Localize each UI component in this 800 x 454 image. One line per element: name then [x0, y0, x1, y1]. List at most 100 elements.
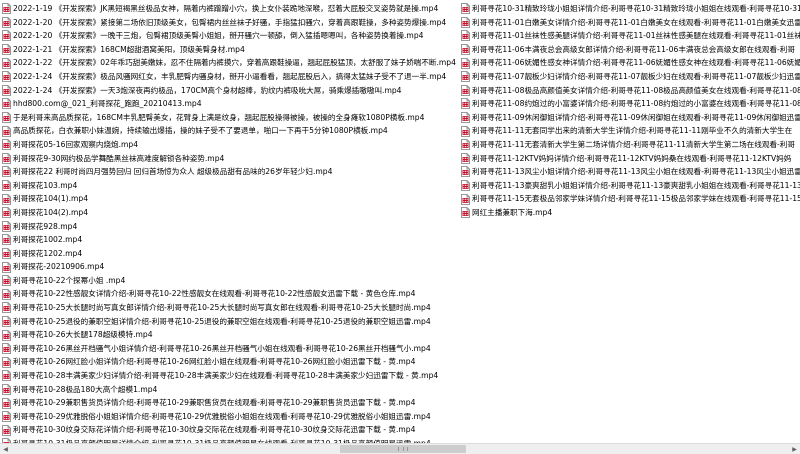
file-item[interactable]: 于是利哥来高品质探花，168CM丰乳肥臀美女，花臂身上满是纹身，翘起屁股操得被操… — [2, 111, 460, 125]
file-item[interactable]: 利哥探花928.mp4 — [2, 220, 460, 234]
file-item[interactable]: 利哥寻花10-26网红脸小姐详情介绍-利哥寻花10-26网红脸小姐在线观看-利哥… — [2, 355, 460, 369]
video-file-icon — [2, 30, 11, 42]
file-name: 利哥寻花11-15无套极品邻家学妹详情介绍-利哥寻花11-15极品邻家学妹在线观… — [472, 194, 800, 204]
file-item[interactable]: 利哥探花22 利哥时尚四月强势回归 回归首场惊为众人 超级极品甜有品味的26岁年… — [2, 165, 460, 179]
video-file-icon — [2, 112, 11, 123]
file-item[interactable]: 利哥寻花11-13风尘小姐详情介绍-利哥寻花11-13风尘小姐在线观看-利哥寻花… — [461, 165, 800, 179]
file-item[interactable]: 利哥寻花11-11无套同学出来的清新大学生详情介绍-利哥寻花11-11刚毕业不久… — [461, 124, 800, 138]
file-name: 网红主播兼职下海.mp4 — [472, 207, 553, 217]
file-name: 利哥探花103.mp4 — [13, 180, 78, 190]
video-file-icon — [2, 84, 11, 96]
file-item[interactable]: 利哥寻花10-29兼职售货员详情介绍-利哥寻花10-29兼职售货员在线观看-利哥… — [2, 396, 460, 410]
file-item[interactable]: 利哥寻花11-11无套清新大学生第二场详情介绍-利哥寻花11-11清新大学生第二… — [461, 138, 800, 152]
file-name: 利哥探花9-30网约极品学舞酷黑丝袜高难度解锁各种姿势.mp4 — [13, 153, 225, 163]
file-name: 利哥寻花10-25大长腿时尚写真女郎详情介绍-利哥寻花10-25大长腿时尚写真女… — [13, 303, 431, 313]
file-name: 利哥寻花11-06丰满夜总会高级女郎详情介绍-利哥寻花11-06丰满夜总会高级女… — [472, 44, 795, 54]
file-item[interactable]: 利哥寻花10-22个探幂小姐 .mp4 — [2, 274, 460, 288]
file-name: 利哥寻花11-08约炮过的小富婆详情介绍-利哥寻花11-08约炮过的小富婆在线观… — [472, 99, 800, 109]
video-file-icon — [2, 166, 11, 178]
file-item[interactable]: 利哥寻花10-28极品180大高个超模1.mp4 — [2, 383, 460, 397]
file-item[interactable]: 利哥寻花10-29优雅脱俗小姐姐详情介绍-利哥寻花10-29优雅脱俗小姐姐在线观… — [2, 410, 460, 424]
video-file-icon — [2, 234, 11, 246]
file-item[interactable]: 利哥寻花10-30纹身交际花详情介绍-利哥寻花10-30纹身交际花在线观看-利哥… — [2, 423, 460, 437]
file-item[interactable]: 利哥寻花10-25退役的兼职空姐详情介绍-利哥寻花10-25退役的兼职空姐在线观… — [2, 315, 460, 329]
scroll-left-button[interactable]: ◀ — [0, 444, 11, 454]
grip-icon — [398, 447, 408, 451]
file-name: 2022-1-19 《开发探索》JK黑短褐黑丝极品女神，隔着内裤蹭蹭小穴，换上女… — [13, 4, 439, 13]
video-file-icon — [461, 3, 470, 15]
file-name: 利哥寻花10-28极品180大高个超模1.mp4 — [13, 384, 158, 394]
file-name: 利哥寻花10-22个探幂小姐 .mp4 — [13, 275, 126, 285]
file-column-2: 利哥寻花10-31精致玲珑小姐姐详情介绍-利哥寻花10-31精致玲珑小姐姐在线观… — [461, 2, 800, 220]
file-item[interactable]: 利哥寻花11-06妩媚性感女神详情介绍-利哥寻花11-06妩媚性感女神在线观看-… — [461, 56, 800, 70]
file-item[interactable]: 利哥寻花11-15无套极品邻家学妹详情介绍-利哥寻花11-15极品邻家学妹在线观… — [461, 192, 800, 206]
file-name: 利哥探花22 利哥时尚四月强势回归 回归首场惊为众人 超级极品甜有品味的26岁年… — [13, 167, 333, 177]
file-item[interactable]: 利哥探花1002.mp4 — [2, 233, 460, 247]
file-item[interactable]: 利哥探花-20210906.mp4 — [2, 260, 460, 274]
file-item[interactable]: 利哥寻花11-13豪爽甜乳小姐姐详情介绍-利哥寻花11-13豪爽甜乳小姐姐在线观… — [461, 179, 800, 193]
video-file-icon — [2, 288, 11, 300]
file-item[interactable]: 利哥探花1202.mp4 — [2, 247, 460, 261]
file-list-pane: 2022-1-19 《开发探索》JK黑短褐黑丝极品女神，隔着内裤蹭蹭小穴，换上女… — [0, 0, 800, 443]
file-item[interactable]: 利哥寻花10-28丰满美家少妇详情介绍-利哥寻花10-28丰满美家少妇在线观看-… — [2, 369, 460, 383]
file-item[interactable]: 2022-1-21 《开发探索》168CM超甜酒窝美阳，顶级美臀身材.mp4 — [2, 43, 460, 57]
file-item[interactable]: 利哥寻花11-07靓板少妇详情介绍-利哥寻花11-07靓板少妇在线观看-利哥寻花… — [461, 70, 800, 84]
file-item[interactable]: 利哥寻花10-31精致玲珑小姐姐详情介绍-利哥寻花10-31精致玲珑小姐姐在线观… — [461, 2, 800, 16]
file-item[interactable]: 利哥探花104(2).mp4 — [2, 206, 460, 220]
video-file-icon — [2, 248, 11, 259]
video-file-icon — [2, 370, 11, 382]
file-name: 利哥寻花11-13豪爽甜乳小姐姐详情介绍-利哥寻花11-13豪爽甜乳小姐姐在线观… — [472, 180, 800, 190]
video-file-icon — [2, 424, 11, 436]
file-item[interactable]: 利哥探花9-30网约极品学舞酷黑丝袜高难度解锁各种姿势.mp4 — [2, 152, 460, 166]
file-item[interactable]: 利哥寻花11-08极品高颜值美女详情介绍-利哥寻花11-08极品高颜值美女在线观… — [461, 84, 800, 98]
video-file-icon — [461, 139, 470, 151]
file-item[interactable]: 利哥探花103.mp4 — [2, 179, 460, 193]
video-file-icon — [461, 44, 470, 55]
file-name: hhd800.com@_021_利哥探花_跑跑_20210413.mp4 — [13, 99, 202, 109]
video-file-icon — [2, 411, 11, 423]
file-name: 利哥探花104(1).mp4 — [13, 194, 89, 204]
video-file-icon — [2, 356, 11, 368]
video-file-icon — [461, 166, 470, 178]
file-item[interactable]: 2022-1-24 《开发探索》极品风骚网红女，丰乳肥臀内骚身材，掰开小逼看看，… — [2, 70, 460, 84]
file-item[interactable]: hhd800.com@_021_利哥探花_跑跑_20210413.mp4 — [2, 97, 460, 111]
scroll-right-button[interactable]: ▶ — [789, 444, 800, 454]
file-name: 于是利哥来高品质探花，168CM丰乳肥臀美女，花臂身上满是纹身，翘起屁股操得被操… — [13, 112, 425, 122]
scrollbar-thumb[interactable] — [340, 445, 466, 453]
video-file-icon — [461, 16, 470, 28]
file-name: 利哥寻花10-28丰满美家少妇详情介绍-利哥寻花10-28丰满美家少妇在线观看-… — [13, 371, 439, 381]
file-name: 利哥寻花11-11无套同学出来的清新大学生详情介绍-利哥寻花11-11刚毕业不久… — [472, 126, 793, 136]
file-name: 利哥寻花10-29优雅脱俗小姐姐详情介绍-利哥寻花10-29优雅脱俗小姐姐在线观… — [13, 411, 431, 421]
file-item[interactable]: 利哥探花104(1).mp4 — [2, 192, 460, 206]
file-item[interactable]: 网红主播兼职下海.mp4 — [461, 206, 800, 220]
file-name: 2022-1-20 《开发探索》紧接第二场依旧顶级美女，包臀裙内丝丝袜子好骚，手… — [13, 17, 447, 27]
file-item[interactable]: 利哥寻花11-06丰满夜总会高级女郎详情介绍-利哥寻花11-06丰满夜总会高级女… — [461, 43, 800, 57]
file-item[interactable]: 2022-1-19 《开发探索》JK黑短褐黑丝极品女神，隔着内裤蹭蹭小穴，换上女… — [2, 2, 460, 16]
file-item[interactable]: 2022-1-24 《开发探索》一天3炮深夜再约极品，170CM高个身材超棒，豹… — [2, 84, 460, 98]
video-file-icon — [2, 71, 11, 83]
file-item[interactable]: 2022-1-22 《开发探索》02年乖巧甜美嫩妹，忍不住隔着内裤摸穴，穿着高跟… — [2, 56, 460, 70]
file-item[interactable]: 利哥寻花11-01丝袜性感美腿详情介绍-利哥寻花11-01丝袜性感美腿在线观看-… — [461, 29, 800, 43]
video-file-icon — [2, 180, 11, 191]
file-item[interactable]: 利哥寻花10-26黑丝开档骚气小姐详情介绍-利哥寻花10-26黑丝开档骚气小姐在… — [2, 342, 460, 356]
video-file-icon — [461, 193, 470, 205]
file-item[interactable]: 高品质探花，白衣兼职小妹温婉，持续输出爆插，操的妹子受不了要退单，啪口一下再干5… — [2, 124, 460, 138]
video-file-icon — [461, 57, 470, 69]
file-item[interactable]: 2022-1-20 《开发探索》紧接第二场依旧顶级美女，包臀裙内丝丝袜子好骚，手… — [2, 16, 460, 30]
video-file-icon — [461, 180, 470, 191]
video-file-icon — [461, 125, 470, 137]
file-item[interactable]: 利哥探花05-16回家观察内烧炮.mp4 — [2, 138, 460, 152]
file-item[interactable]: 利哥寻花11-01白嫩美女详情介绍-利哥寻花11-01白嫩美女在线观看-利哥寻花… — [461, 16, 800, 30]
file-item[interactable]: 2022-1-20 《开发探索》一晚干三炮，包臀裙顶级美臀小姐姐，掰开骚穴一顿舔… — [2, 29, 460, 43]
file-item[interactable]: 利哥寻花11-12KTV妈妈详情介绍-利哥寻花11-12KTV妈妈桑在线观看-利… — [461, 152, 800, 166]
file-name: 利哥寻花11-07靓板少妇详情介绍-利哥寻花11-07靓板少妇在线观看-利哥寻花… — [472, 71, 800, 81]
file-item[interactable]: 利哥寻花10-25大长腿时尚写真女郎详情介绍-利哥寻花10-25大长腿时尚写真女… — [2, 301, 460, 315]
horizontal-scrollbar[interactable]: ◀ ▶ — [0, 443, 800, 454]
file-item[interactable]: 利哥寻花10-22性感靓女详情介绍-利哥寻花10-22性感靓女在线观看-利哥寻花… — [2, 287, 460, 301]
file-item[interactable]: 利哥寻花11-09休闲御姐详情介绍-利哥寻花11-09休闲御姐在线观看-利哥寻花… — [461, 111, 800, 125]
file-item[interactable]: 利哥寻花10-26大长腿178超级模特.mp4 — [2, 328, 460, 342]
file-name: 利哥寻花10-26黑丝开档骚气小姐详情介绍-利哥寻花10-26黑丝开档骚气小姐在… — [13, 343, 431, 353]
file-name: 利哥寻花10-26网红脸小姐详情介绍-利哥寻花10-26网红脸小姐在线观看-利哥… — [13, 357, 416, 367]
file-item[interactable]: 利哥寻花11-08约炮过的小富婆详情介绍-利哥寻花11-08约炮过的小富婆在线观… — [461, 97, 800, 111]
file-name: 利哥探花1002.mp4 — [13, 235, 83, 245]
